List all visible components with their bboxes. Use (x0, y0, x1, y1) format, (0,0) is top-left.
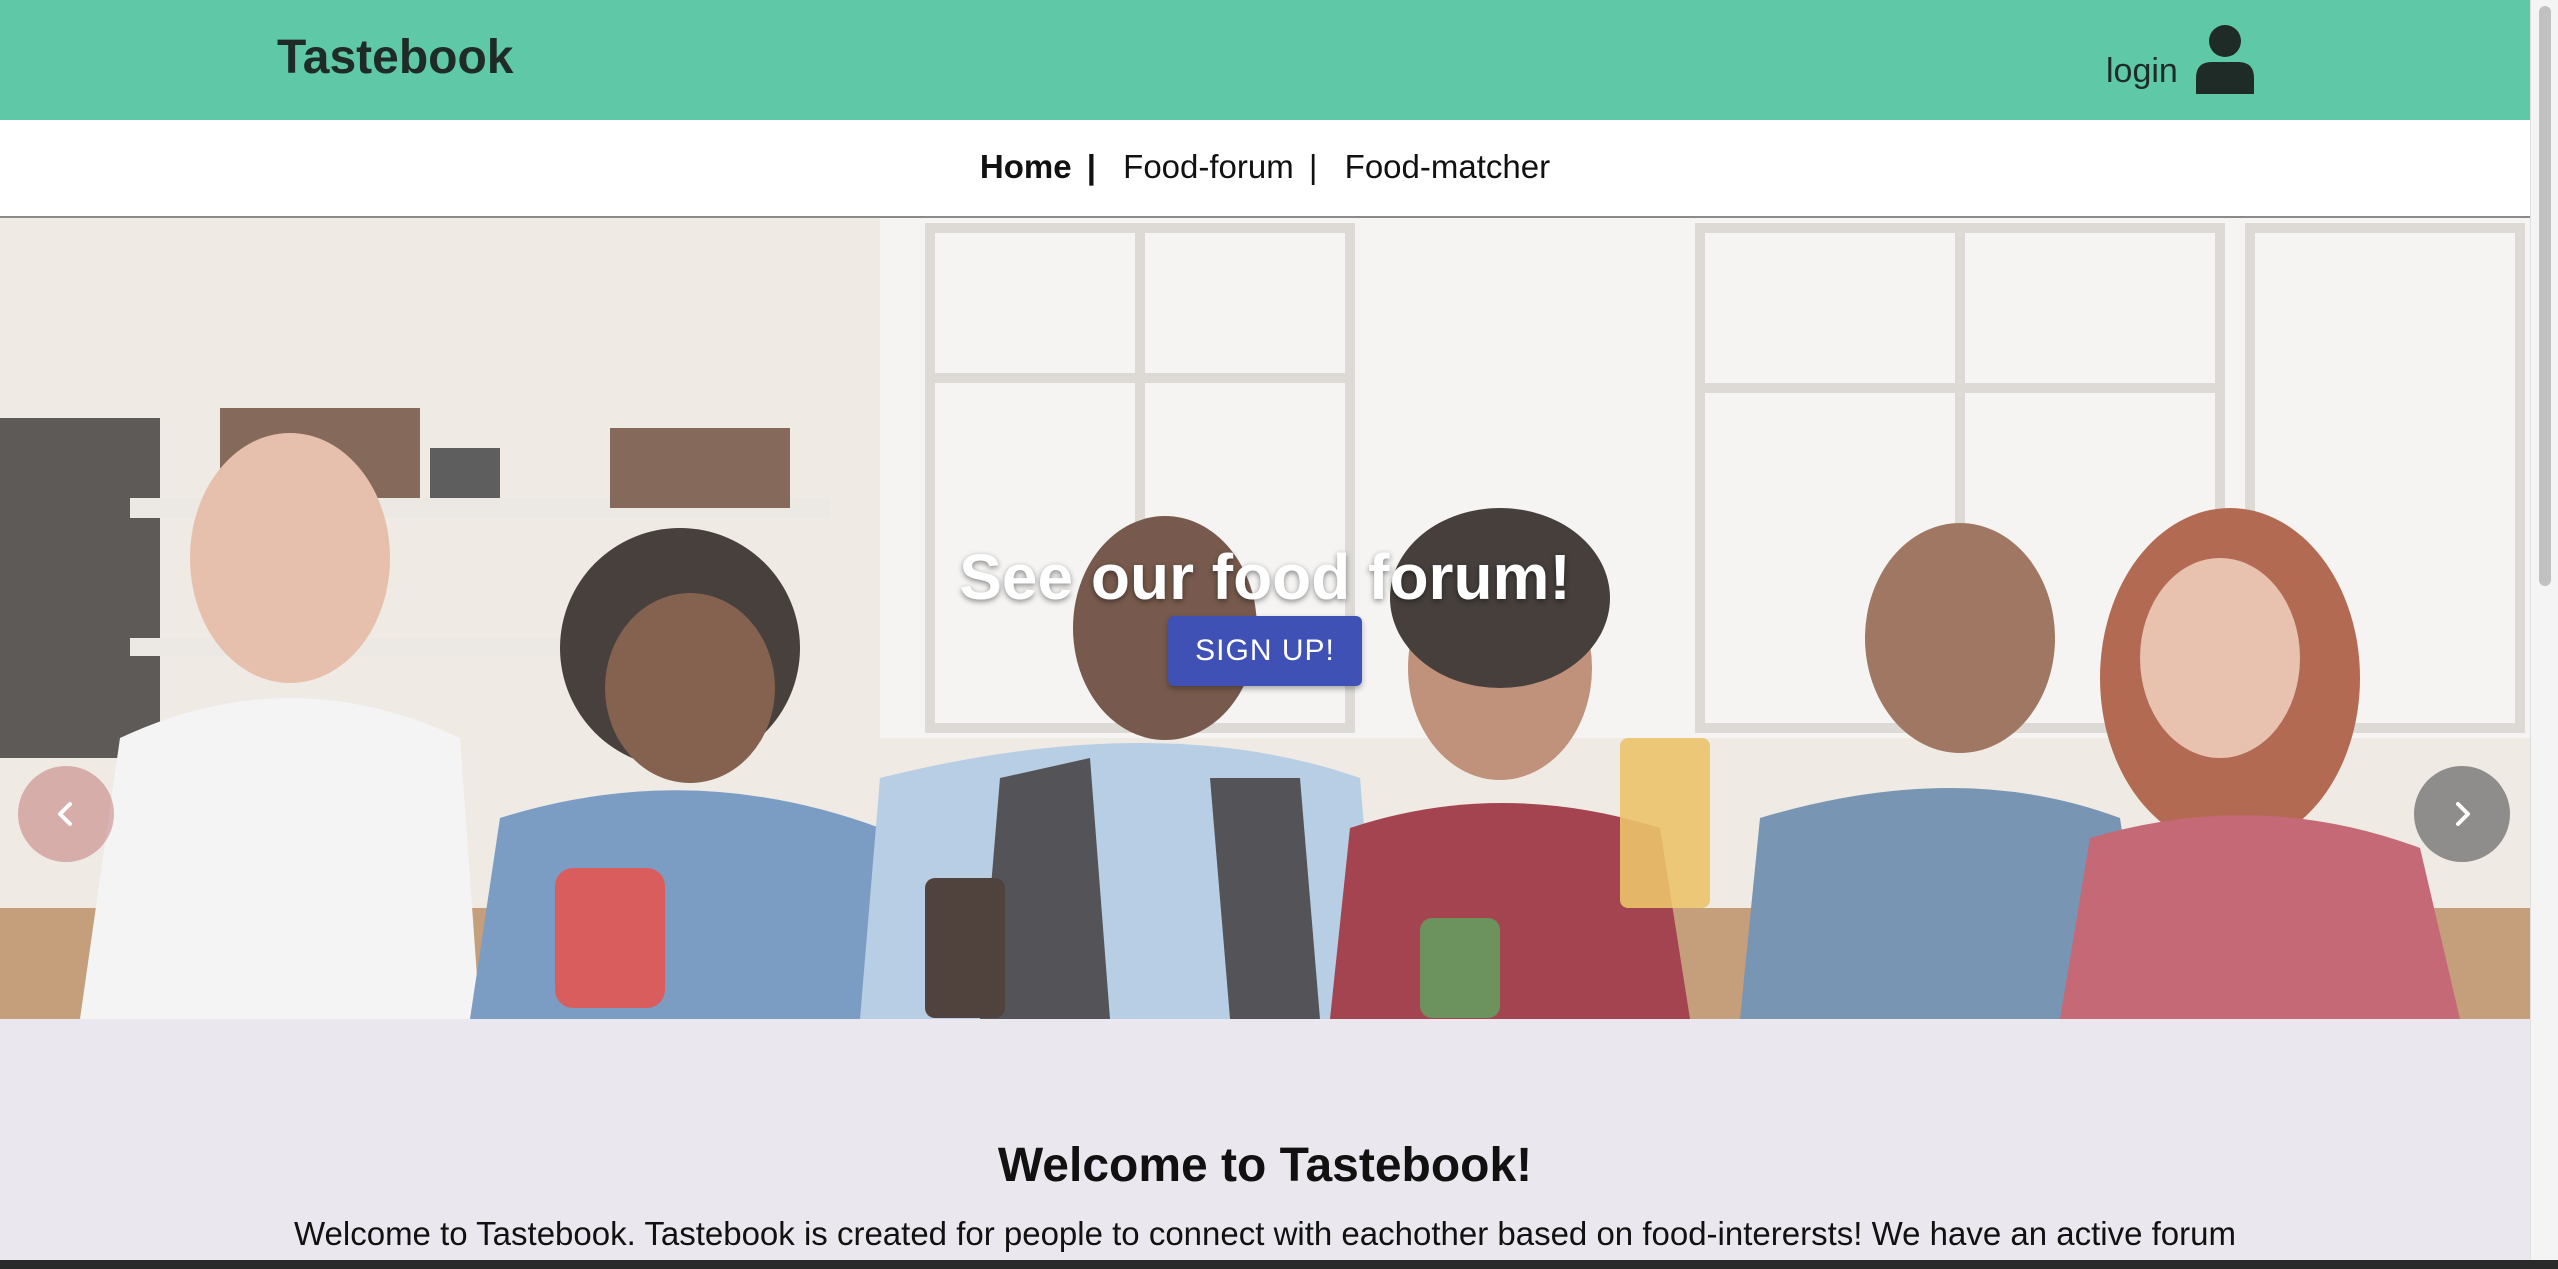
nav-item-food-forum[interactable]: Food-forum (1123, 148, 1294, 186)
nav-item-home[interactable]: Home (980, 148, 1072, 186)
main-nav: Home | Food-forum | Food-matcher (0, 148, 2530, 186)
user-icon[interactable] (2194, 24, 2256, 94)
window-bottom-edge (0, 1260, 2558, 1269)
vertical-scrollbar[interactable] (2530, 0, 2558, 1260)
welcome-paragraph: Welcome to Tastebook. Tastebook is creat… (293, 1215, 2236, 1252)
hero-title: See our food forum! (959, 541, 1571, 613)
carousel-next-button[interactable] (2414, 766, 2510, 862)
carousel-prev-button[interactable] (18, 766, 114, 862)
scrollbar-thumb[interactable] (2539, 6, 2551, 586)
chevron-right-icon (2456, 802, 2470, 826)
brand-logo[interactable]: Tastebook (277, 30, 513, 85)
nav-separator: | (1308, 148, 1318, 185)
login-link[interactable]: login (2106, 52, 2178, 91)
signup-button[interactable]: SIGN UP! (1168, 616, 1362, 686)
nav-separator: | (1086, 148, 1096, 185)
page: Tastebook login Home | Food-forum | Food… (0, 0, 2530, 1269)
nav-item-food-matcher[interactable]: Food-matcher (1345, 148, 1550, 186)
chevron-left-icon (58, 802, 72, 826)
welcome-heading: Welcome to Tastebook! (997, 1139, 1533, 1192)
